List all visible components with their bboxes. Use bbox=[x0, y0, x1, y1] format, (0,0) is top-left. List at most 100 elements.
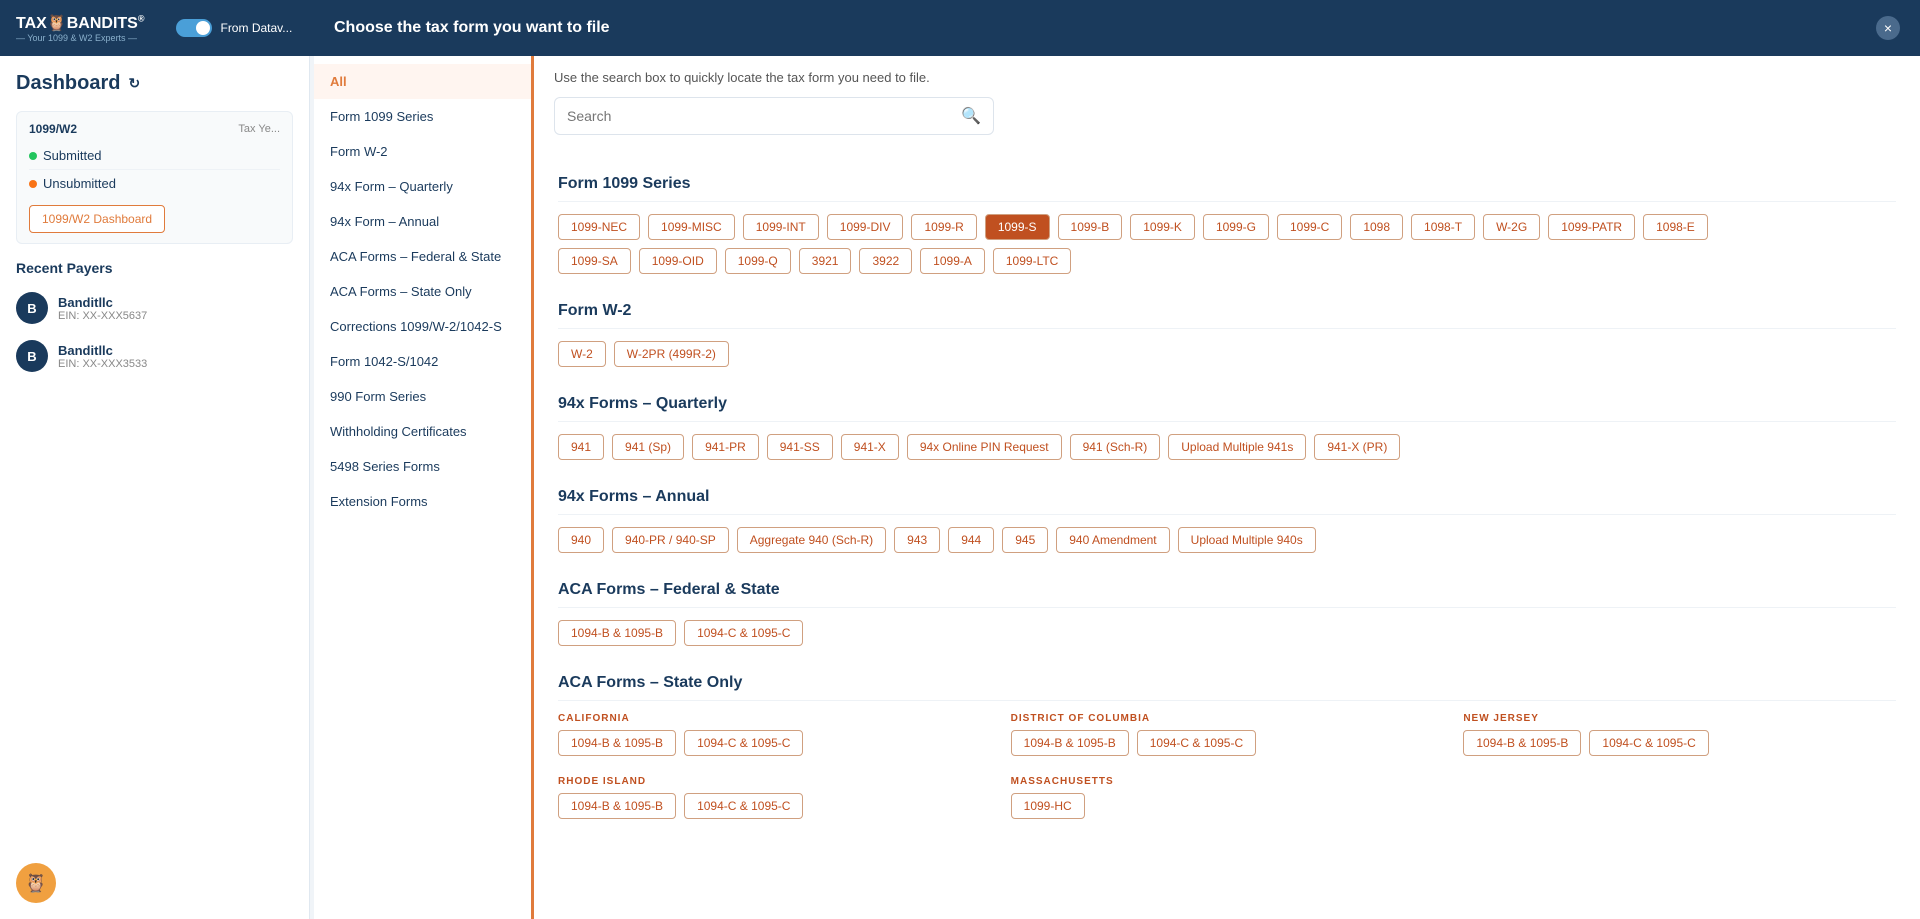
nav-form-w2[interactable]: Form W-2 bbox=[314, 134, 531, 169]
chip-1099-q[interactable]: 1099-Q bbox=[725, 248, 791, 274]
chip-1098-t[interactable]: 1098-T bbox=[1411, 214, 1475, 240]
dashboard-button[interactable]: 1099/W2 Dashboard bbox=[29, 205, 165, 233]
chip-940-pr-sp[interactable]: 940-PR / 940-SP bbox=[612, 527, 729, 553]
chip-dc-1094b[interactable]: 1094-B & 1095-B bbox=[1011, 730, 1129, 756]
submitted-label: Submitted bbox=[43, 148, 280, 163]
nav-all[interactable]: All bbox=[314, 64, 531, 99]
nav-aca-state-only[interactable]: ACA Forms – State Only bbox=[314, 274, 531, 309]
chip-1099-b[interactable]: 1099-B bbox=[1058, 214, 1123, 240]
nav-aca-federal-state[interactable]: ACA Forms – Federal & State bbox=[314, 239, 531, 274]
chip-1099-r[interactable]: 1099-R bbox=[911, 214, 976, 240]
payer-info-2: Banditllc EIN: XX-XXX3533 bbox=[58, 343, 147, 370]
chip-941[interactable]: 941 bbox=[558, 434, 604, 460]
chip-1099-patr[interactable]: 1099-PATR bbox=[1548, 214, 1635, 240]
section-aca-federal-title: ACA Forms – Federal & State bbox=[558, 581, 1896, 608]
chip-1098[interactable]: 1098 bbox=[1350, 214, 1403, 240]
chip-941-sch-r[interactable]: 941 (Sch-R) bbox=[1070, 434, 1161, 460]
section-94x-annual: 94x Forms – Annual 940 940-PR / 940-SP A… bbox=[558, 488, 1896, 553]
chip-1099-div[interactable]: 1099-DIV bbox=[827, 214, 904, 240]
chips-dc: 1094-B & 1095-B 1094-C & 1095-C bbox=[1011, 730, 1444, 756]
submitted-dot bbox=[29, 152, 37, 160]
chip-941-sp[interactable]: 941 (Sp) bbox=[612, 434, 684, 460]
nav-94x-annual[interactable]: 94x Form – Annual bbox=[314, 204, 531, 239]
chips-nj: 1094-B & 1095-B 1094-C & 1095-C bbox=[1463, 730, 1896, 756]
section-aca-state-title: ACA Forms – State Only bbox=[558, 674, 1896, 701]
section-aca-federal: ACA Forms – Federal & State 1094-B & 109… bbox=[558, 581, 1896, 646]
chip-w2g[interactable]: W-2G bbox=[1483, 214, 1540, 240]
chip-nj-1094b[interactable]: 1094-B & 1095-B bbox=[1463, 730, 1581, 756]
chip-1099-g[interactable]: 1099-G bbox=[1203, 214, 1269, 240]
form-category-nav: All Form 1099 Series Form W-2 94x Form –… bbox=[314, 56, 534, 919]
payer-item-1[interactable]: B Banditllc EIN: XX-XXX5637 bbox=[16, 284, 293, 332]
search-icon: 🔍 bbox=[961, 106, 981, 126]
chip-ca-1094b[interactable]: 1094-B & 1095-B bbox=[558, 730, 676, 756]
chip-1099-k[interactable]: 1099-K bbox=[1130, 214, 1195, 240]
chip-ma-1099hc[interactable]: 1099-HC bbox=[1011, 793, 1085, 819]
chip-1099-sa[interactable]: 1099-SA bbox=[558, 248, 631, 274]
modal-header: Choose the tax form you want to file × bbox=[314, 0, 1920, 56]
chip-945[interactable]: 945 bbox=[1002, 527, 1048, 553]
unsubmitted-dot bbox=[29, 180, 37, 188]
state-ma: MASSACHUSETTS 1099-HC bbox=[1011, 776, 1444, 819]
chip-dc-1094c[interactable]: 1094-C & 1095-C bbox=[1137, 730, 1256, 756]
state-nj-label: NEW JERSEY bbox=[1463, 713, 1896, 724]
chip-nj-1094c[interactable]: 1094-C & 1095-C bbox=[1589, 730, 1708, 756]
chip-1094c-1095c[interactable]: 1094-C & 1095-C bbox=[684, 620, 803, 646]
state-ri-label: RHODE ISLAND bbox=[558, 776, 991, 787]
chip-1099-ltc[interactable]: 1099-LTC bbox=[993, 248, 1071, 274]
chip-1099-misc[interactable]: 1099-MISC bbox=[648, 214, 735, 240]
chip-1099-c[interactable]: 1099-C bbox=[1277, 214, 1342, 240]
chip-1099-s[interactable]: 1099-S bbox=[985, 214, 1050, 240]
chip-941-x-pr[interactable]: 941-X (PR) bbox=[1314, 434, 1400, 460]
chip-3922[interactable]: 3922 bbox=[859, 248, 912, 274]
modal-close-button[interactable]: × bbox=[1876, 16, 1900, 40]
logo-subtitle: — Your 1099 & W2 Experts — bbox=[16, 33, 144, 43]
chips-94x-annual: 940 940-PR / 940-SP Aggregate 940 (Sch-R… bbox=[558, 527, 1896, 553]
section-w2-title: Form W-2 bbox=[558, 302, 1896, 329]
chip-1099-nec[interactable]: 1099-NEC bbox=[558, 214, 640, 240]
payer-info-1: Banditllc EIN: XX-XXX5637 bbox=[58, 295, 147, 322]
chip-1099-oid[interactable]: 1099-OID bbox=[639, 248, 717, 274]
nav-94x-quarterly[interactable]: 94x Form – Quarterly bbox=[314, 169, 531, 204]
chip-1098-e[interactable]: 1098-E bbox=[1643, 214, 1708, 240]
chip-w2[interactable]: W-2 bbox=[558, 341, 606, 367]
chips-1099-row2: 1099-SA 1099-OID 1099-Q 3921 3922 1099-A… bbox=[558, 248, 1896, 274]
nav-1099-series[interactable]: Form 1099 Series bbox=[314, 99, 531, 134]
nav-990[interactable]: 990 Form Series bbox=[314, 379, 531, 414]
user-avatar[interactable]: 🦉 bbox=[16, 863, 56, 903]
chip-1099-a[interactable]: 1099-A bbox=[920, 248, 985, 274]
refresh-icon[interactable]: ↻ bbox=[128, 75, 140, 92]
chip-ca-1094c[interactable]: 1094-C & 1095-C bbox=[684, 730, 803, 756]
search-input[interactable] bbox=[567, 108, 961, 124]
chip-94x-pin[interactable]: 94x Online PIN Request bbox=[907, 434, 1062, 460]
chip-941-pr[interactable]: 941-PR bbox=[692, 434, 759, 460]
chip-941-x[interactable]: 941-X bbox=[841, 434, 899, 460]
state-california-label: CALIFORNIA bbox=[558, 713, 991, 724]
chip-940-agg[interactable]: Aggregate 940 (Sch-R) bbox=[737, 527, 886, 553]
nav-withholding[interactable]: Withholding Certificates bbox=[314, 414, 531, 449]
chip-940[interactable]: 940 bbox=[558, 527, 604, 553]
dashboard-title: Dashboard ↻ bbox=[16, 72, 293, 95]
chip-944[interactable]: 944 bbox=[948, 527, 994, 553]
chip-1094b-1095b[interactable]: 1094-B & 1095-B bbox=[558, 620, 676, 646]
chip-3921[interactable]: 3921 bbox=[799, 248, 852, 274]
chip-943[interactable]: 943 bbox=[894, 527, 940, 553]
logo-title: TAX🦉BANDITS® bbox=[16, 13, 144, 33]
chip-ri-1094c[interactable]: 1094-C & 1095-C bbox=[684, 793, 803, 819]
chips-w2: W-2 W-2PR (499R-2) bbox=[558, 341, 1896, 367]
toggle-container[interactable]: From Datav... bbox=[176, 19, 292, 37]
logo-text: TAX🦉BANDITS® — Your 1099 & W2 Experts — bbox=[16, 13, 144, 43]
chip-1099-int[interactable]: 1099-INT bbox=[743, 214, 819, 240]
chip-upload-940s[interactable]: Upload Multiple 940s bbox=[1178, 527, 1316, 553]
payer-item-2[interactable]: B Banditllc EIN: XX-XXX3533 bbox=[16, 332, 293, 380]
chip-941-ss[interactable]: 941-SS bbox=[767, 434, 833, 460]
nav-extension[interactable]: Extension Forms bbox=[314, 484, 531, 519]
chip-940-amendment[interactable]: 940 Amendment bbox=[1056, 527, 1169, 553]
nav-5498[interactable]: 5498 Series Forms bbox=[314, 449, 531, 484]
nav-1042[interactable]: Form 1042-S/1042 bbox=[314, 344, 531, 379]
chip-ri-1094b[interactable]: 1094-B & 1095-B bbox=[558, 793, 676, 819]
nav-corrections[interactable]: Corrections 1099/W-2/1042-S bbox=[314, 309, 531, 344]
chip-w2pr[interactable]: W-2PR (499R-2) bbox=[614, 341, 729, 367]
chip-upload-941s[interactable]: Upload Multiple 941s bbox=[1168, 434, 1306, 460]
toggle-switch[interactable] bbox=[176, 19, 212, 37]
